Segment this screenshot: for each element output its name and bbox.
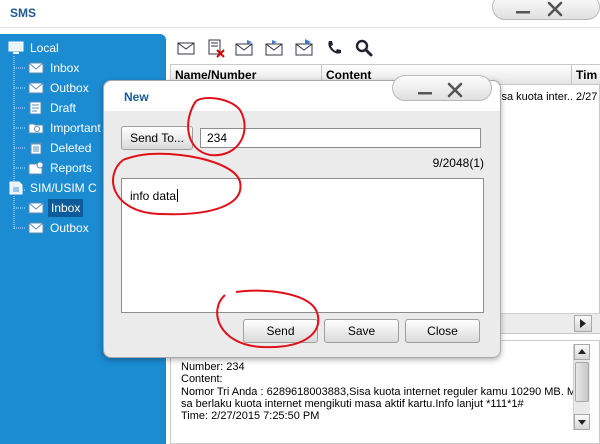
sidebar-item-label: Deleted [50, 141, 92, 155]
message-body-value: info data [130, 189, 177, 203]
dialog-title: New [124, 90, 149, 104]
scroll-down-arrow-icon[interactable] [574, 414, 590, 430]
dialog-window-controls [392, 75, 492, 101]
window-title: SMS [10, 6, 37, 20]
close-icon[interactable] [545, 0, 565, 19]
scroll-up-arrow-icon[interactable] [574, 344, 590, 360]
sim-card-icon [8, 181, 24, 195]
sidebar-item-label: Important [50, 121, 101, 135]
main-titlebar: SMS [0, 0, 600, 28]
row-time-cell: 2/27 [576, 91, 598, 103]
sidebar-item-label: Outbox [50, 221, 89, 235]
reports-icon [28, 161, 44, 175]
character-counter: 9/2048(1) [432, 156, 484, 170]
trash-icon [28, 141, 44, 155]
inbox-icon [28, 61, 44, 75]
delete-message-icon[interactable] [206, 38, 226, 58]
sidebar-item-label: Inbox [50, 61, 80, 75]
send-button[interactable]: Send [243, 319, 318, 343]
folder-icon [28, 121, 44, 135]
sidebar-item-label: Inbox [48, 199, 84, 217]
detail-content-label: Content: [181, 373, 223, 385]
column-header-time[interactable]: Tim [572, 65, 600, 85]
new-message-icon[interactable] [176, 38, 196, 58]
dialog-titlebar[interactable]: New [104, 75, 500, 111]
reply-icon[interactable] [234, 38, 254, 58]
new-message-dialog: New Send To... 234 9/2048(1) info data S… [103, 75, 501, 358]
send-to-button[interactable]: Send To... [121, 126, 193, 150]
sidebar-item-label: Outbox [50, 81, 89, 95]
detail-content-line-2: sa berlaku kuota internet mengikuti masa… [181, 398, 524, 410]
call-icon[interactable] [324, 38, 344, 58]
sidebar-item-label: Draft [50, 101, 77, 115]
outbox-icon [28, 81, 44, 95]
message-body-textarea[interactable]: info data [121, 178, 484, 313]
row-content-cell: isa kuota inter... [499, 91, 573, 103]
draft-icon [28, 101, 44, 115]
close-button[interactable]: Close [405, 319, 480, 343]
inbox-icon [28, 201, 44, 215]
scroll-right-arrow-icon[interactable] [574, 315, 592, 332]
vertical-scrollbar[interactable] [573, 344, 590, 430]
save-button[interactable]: Save [324, 319, 399, 343]
outbox-icon [28, 221, 44, 235]
tree-group-sim-label: SIM/USIM C [30, 181, 97, 195]
detail-content-line-1: Nomor Tri Anda : 6289618003883,Sisa kuot… [181, 386, 583, 398]
computer-icon [8, 41, 24, 55]
sidebar-item-label: Reports [50, 161, 93, 175]
detail-number: Number: 234 [181, 361, 245, 373]
minimize-icon[interactable] [415, 80, 435, 100]
move-icon[interactable] [294, 38, 314, 58]
window-controls [492, 0, 600, 20]
close-icon[interactable] [445, 80, 465, 100]
forward-icon[interactable] [264, 38, 284, 58]
search-icon[interactable] [354, 38, 374, 58]
detail-time: Time: 2/27/2015 7:25:50 PM [181, 410, 320, 422]
message-body-text: info data [130, 189, 179, 203]
text-caret [177, 189, 179, 202]
minimize-icon[interactable] [513, 0, 533, 19]
recipient-input[interactable]: 234 [200, 128, 481, 148]
tree-group-local-label: Local [30, 41, 59, 55]
scroll-thumb[interactable] [575, 362, 589, 402]
